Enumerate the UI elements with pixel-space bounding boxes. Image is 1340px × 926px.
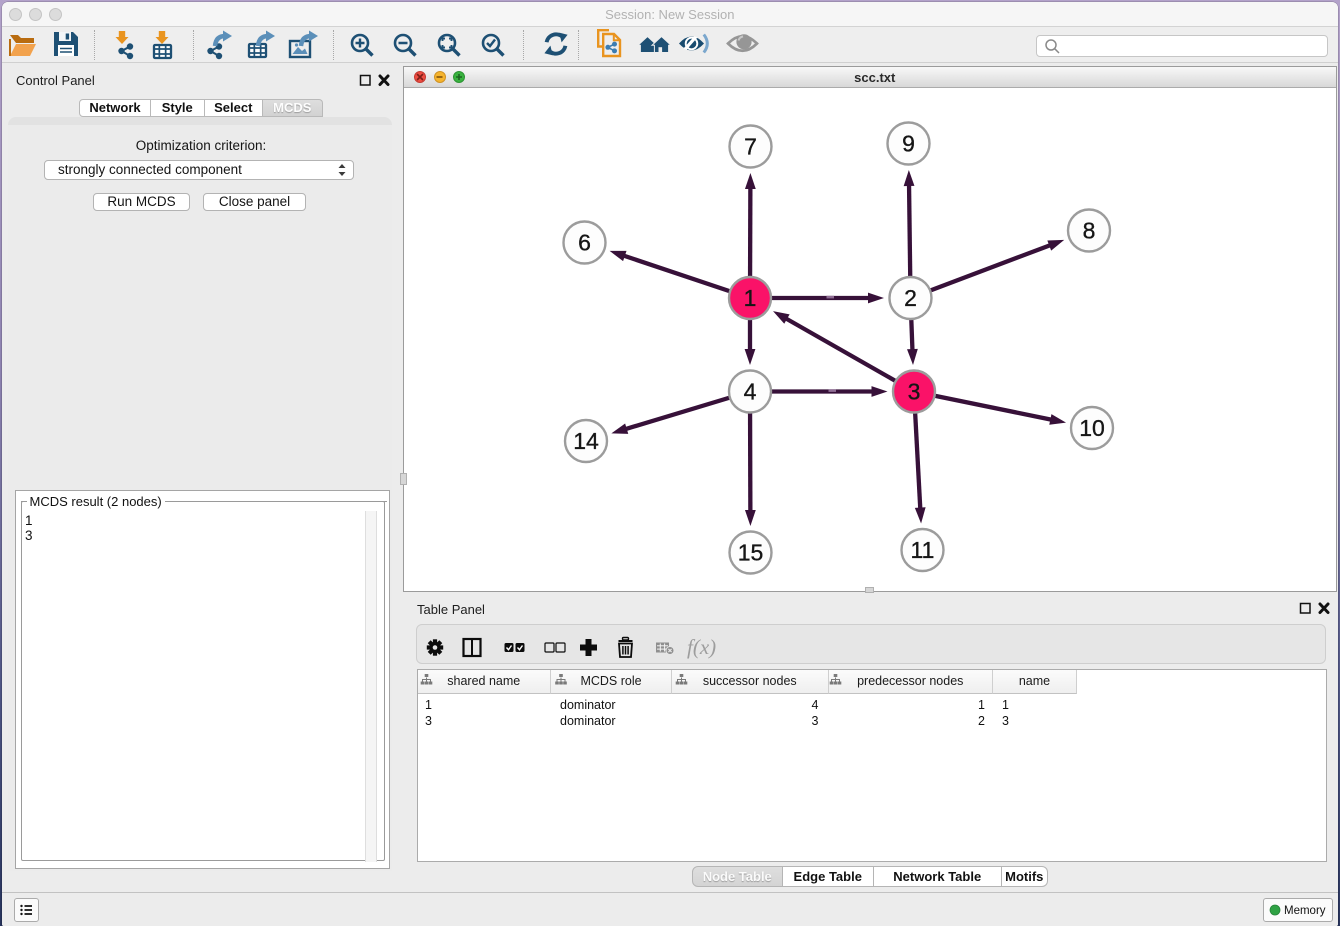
svg-text:9: 9 bbox=[902, 131, 915, 157]
svg-text:11: 11 bbox=[911, 537, 935, 563]
svg-text:1: 1 bbox=[744, 285, 757, 311]
svg-text:10: 10 bbox=[1079, 415, 1105, 441]
svg-text:14: 14 bbox=[573, 428, 599, 454]
svg-text:4: 4 bbox=[744, 379, 757, 405]
svg-text:f(x): f(x) bbox=[687, 635, 716, 659]
svg-text:7: 7 bbox=[744, 134, 757, 160]
svg-text:2: 2 bbox=[904, 285, 917, 311]
svg-text:15: 15 bbox=[738, 540, 764, 566]
svg-text:6: 6 bbox=[578, 230, 591, 256]
svg-text:3: 3 bbox=[908, 379, 921, 405]
svg-text:8: 8 bbox=[1083, 218, 1096, 244]
svg-text:Memory: Memory bbox=[1284, 905, 1326, 917]
